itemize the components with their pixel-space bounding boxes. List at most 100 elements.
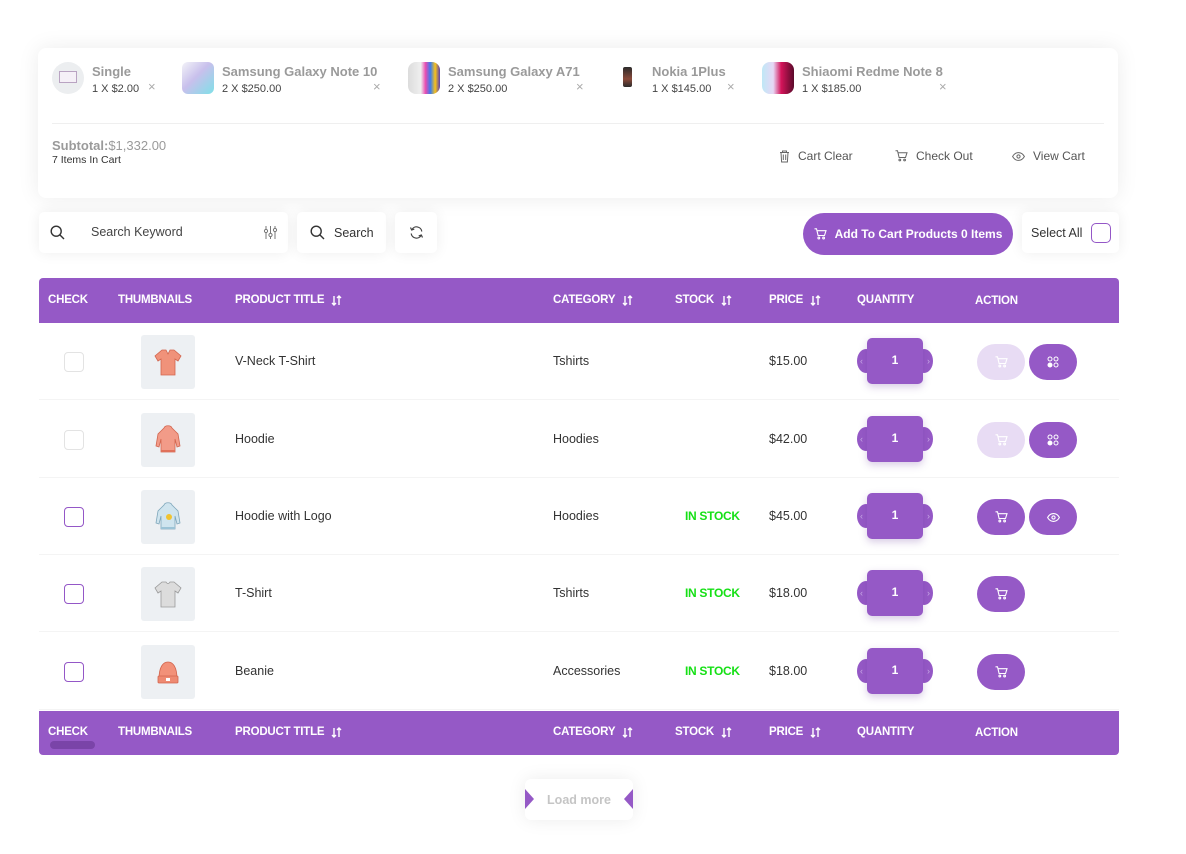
quantity-stepper: ‹ › 1 — [857, 493, 933, 539]
mini-cart-item-name[interactable]: Single — [92, 65, 139, 78]
search-button[interactable]: Search — [297, 212, 386, 253]
product-thumbnail[interactable] — [141, 645, 195, 699]
cart-icon — [895, 150, 908, 162]
sort-icon[interactable] — [622, 726, 633, 738]
select-options-button[interactable] — [1029, 344, 1077, 380]
mini-cart-item: Shiaomi Redme Note 8 1 X $185.00 — [762, 62, 943, 98]
cart-icon — [995, 666, 1008, 678]
trash-icon — [780, 150, 789, 162]
select-all-label: Select All — [1031, 226, 1083, 240]
mini-cart-item-name[interactable]: Samsung Galaxy Note 10 — [222, 65, 377, 78]
filter-sliders-icon[interactable] — [263, 225, 278, 240]
column-footer-title[interactable]: PRODUCT TITLE — [235, 726, 342, 738]
add-to-cart-products-button[interactable]: Add To Cart Products 0 Items — [803, 213, 1013, 255]
subtotal-label: Subtotal: — [52, 138, 109, 153]
phone-thumb — [408, 62, 440, 94]
column-header-title[interactable]: PRODUCT TITLE — [235, 294, 342, 306]
phone-thumb — [762, 62, 794, 94]
refresh-button[interactable] — [395, 212, 437, 253]
mini-cart-item-qty: 2 X $250.00 — [222, 83, 282, 95]
checkout-button[interactable]: Check Out — [895, 149, 973, 163]
phone-thumb — [182, 62, 214, 94]
quick-view-button[interactable] — [1029, 499, 1077, 535]
column-footer-category[interactable]: CATEGORY — [553, 726, 633, 738]
column-footer-stock[interactable]: STOCK — [675, 726, 732, 738]
add-to-cart-button[interactable] — [977, 422, 1025, 458]
sort-icon[interactable] — [721, 726, 732, 738]
quantity-value[interactable]: 1 — [867, 431, 923, 445]
sort-icon[interactable] — [622, 294, 633, 306]
quantity-value[interactable]: 1 — [867, 663, 923, 677]
select-options-button[interactable] — [1029, 422, 1077, 458]
column-footer-price[interactable]: PRICE — [769, 726, 821, 738]
row-checkbox[interactable] — [64, 507, 84, 527]
mini-cart-item-name[interactable]: Samsung Galaxy A71 — [448, 65, 580, 78]
product-thumbnail[interactable] — [141, 413, 195, 467]
view-cart-button[interactable]: View Cart — [1012, 149, 1085, 163]
mini-cart-item-qty: 1 X $185.00 — [802, 83, 862, 95]
select-all-checkbox[interactable] — [1091, 223, 1111, 243]
load-more-button[interactable]: Load more — [525, 779, 633, 820]
table-row: Hoodie Hoodies $42.00 ‹ › 1 — [39, 401, 1119, 478]
add-to-cart-button[interactable] — [977, 499, 1025, 535]
add-to-cart-button[interactable] — [977, 344, 1025, 380]
column-label: STOCK — [675, 294, 715, 306]
add-to-cart-button[interactable] — [977, 576, 1025, 612]
product-title[interactable]: V-Neck T-Shirt — [235, 354, 315, 368]
quantity-value[interactable]: 1 — [867, 508, 923, 522]
remove-item-icon[interactable]: × — [148, 80, 156, 93]
mini-cart-item-name[interactable]: Shiaomi Redme Note 8 — [802, 65, 943, 78]
row-checkbox[interactable] — [64, 662, 84, 682]
cart-icon — [995, 511, 1008, 523]
horizontal-scrollbar-thumb[interactable] — [50, 741, 95, 749]
mini-cart-item-qty: 1 X $2.00 — [92, 83, 140, 95]
sort-icon[interactable] — [810, 294, 821, 306]
column-label: PRODUCT TITLE — [235, 726, 325, 738]
sort-icon[interactable] — [810, 726, 821, 738]
column-label: QUANTITY — [857, 726, 915, 738]
remove-item-icon[interactable]: × — [576, 80, 584, 93]
search-button-label: Search — [334, 226, 374, 240]
column-header-price[interactable]: PRICE — [769, 294, 821, 306]
column-header-category[interactable]: CATEGORY — [553, 294, 633, 306]
column-label: THUMBNAILS — [118, 726, 193, 738]
product-price: $42.00 — [769, 432, 808, 446]
view-cart-label: View Cart — [1033, 149, 1085, 163]
quantity-value[interactable]: 1 — [867, 585, 923, 599]
sort-icon[interactable] — [721, 294, 732, 306]
column-footer-check: CHECK — [48, 726, 88, 738]
remove-item-icon[interactable]: × — [939, 80, 947, 93]
search-input[interactable] — [91, 222, 251, 242]
row-checkbox[interactable] — [64, 352, 84, 372]
column-label: CATEGORY — [553, 726, 616, 738]
mini-cart-item-name[interactable]: Nokia 1Plus — [652, 65, 726, 78]
mini-cart-panel: Single 1 X $2.00 × Samsung Galaxy Note 1… — [38, 48, 1118, 198]
sort-icon[interactable] — [331, 726, 342, 738]
product-title[interactable]: Beanie — [235, 664, 274, 678]
product-thumbnail[interactable] — [141, 490, 195, 544]
product-thumbnail[interactable] — [141, 335, 195, 389]
row-checkbox[interactable] — [64, 584, 84, 604]
column-header-stock[interactable]: STOCK — [675, 294, 732, 306]
mini-cart-items: Single 1 X $2.00 × Samsung Galaxy Note 1… — [52, 62, 1104, 112]
column-label: STOCK — [675, 726, 715, 738]
remove-item-icon[interactable]: × — [727, 80, 735, 93]
quantity-value[interactable]: 1 — [867, 353, 923, 367]
quantity-stepper: ‹ › 1 — [857, 338, 933, 384]
product-thumbnail[interactable] — [141, 567, 195, 621]
stock-status: IN STOCK — [685, 664, 740, 678]
add-to-cart-button[interactable] — [977, 654, 1025, 690]
cart-clear-button[interactable]: Cart Clear — [779, 149, 853, 163]
options-icon — [1047, 434, 1059, 446]
row-checkbox[interactable] — [64, 430, 84, 450]
column-header-check: CHECK — [48, 294, 88, 306]
sort-icon[interactable] — [331, 294, 342, 306]
product-title[interactable]: T-Shirt — [235, 586, 272, 600]
product-title[interactable]: Hoodie with Logo — [235, 509, 332, 523]
product-price: $18.00 — [769, 664, 808, 678]
column-label: CHECK — [48, 294, 88, 306]
product-title[interactable]: Hoodie — [235, 432, 275, 446]
remove-item-icon[interactable]: × — [373, 80, 381, 93]
add-to-cart-products-label: Add To Cart Products 0 Items — [834, 227, 1003, 241]
load-more-label: Load more — [547, 792, 611, 807]
